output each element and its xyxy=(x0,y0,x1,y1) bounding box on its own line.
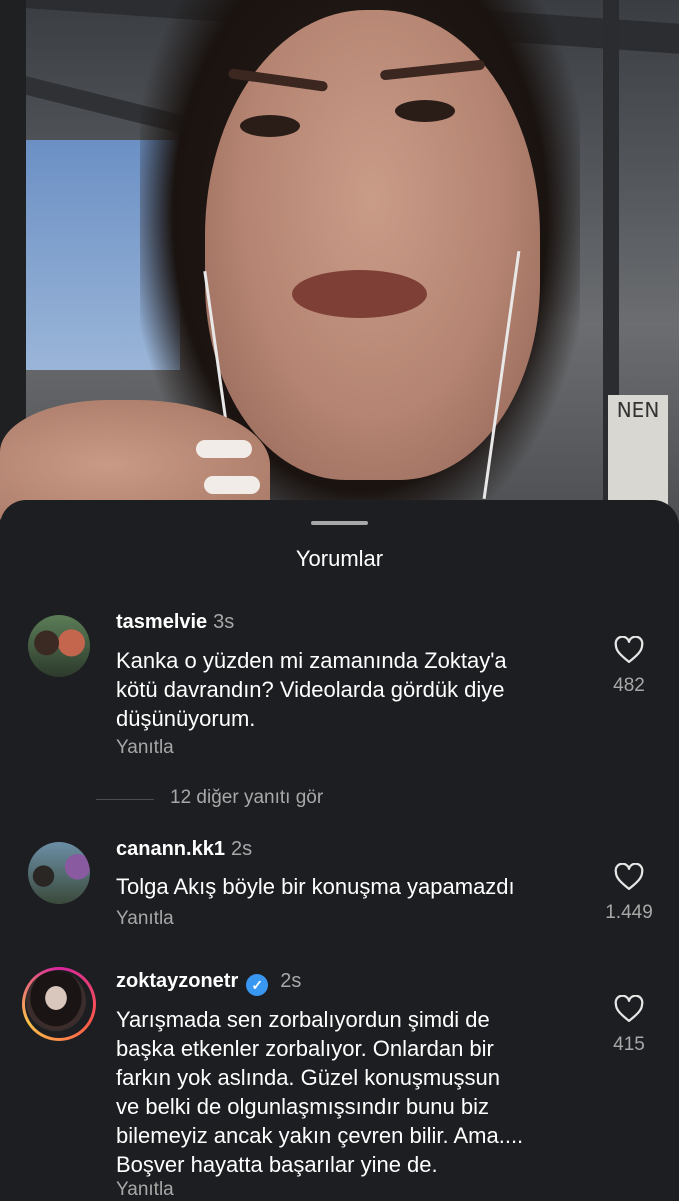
comment-text: Yarışmada sen zorbalıyordun şimdi de baş… xyxy=(116,1005,591,1179)
fingernail xyxy=(204,476,260,494)
avatar[interactable] xyxy=(28,842,90,904)
avatar[interactable] xyxy=(26,971,86,1031)
comment-line: ve belki de olgunlaşmışsındır bunu biz xyxy=(116,1094,489,1119)
comment-line: farkın yok aslında. Güzel konuşmuşsun xyxy=(116,1065,500,1090)
comment-time: 2s xyxy=(230,838,253,860)
eye xyxy=(240,115,300,137)
story-ring[interactable] xyxy=(22,967,96,1041)
comment-time: 3s xyxy=(213,611,235,633)
username-text[interactable]: canann.kk1 xyxy=(116,838,225,860)
comment-username[interactable]: canann.kk1 2s xyxy=(116,838,252,861)
heart-icon[interactable] xyxy=(614,994,644,1023)
verified-badge-icon: ✓ xyxy=(246,974,269,996)
heart-icon[interactable] xyxy=(614,862,644,891)
divider-line xyxy=(96,799,154,800)
reply-button[interactable]: Yanıtla xyxy=(116,737,174,759)
comment-line: kötü davrandın? Videolarda gördük diye xyxy=(116,677,505,702)
like-count: 415 xyxy=(613,1034,645,1055)
reply-button[interactable]: Yanıtla xyxy=(116,1179,174,1201)
comment-username[interactable]: zoktayzonetr ✓ 2s xyxy=(116,970,301,996)
view-more-replies-text[interactable]: 12 diğer yanıtı gör xyxy=(170,787,323,809)
sheet-title: Yorumlar xyxy=(295,546,384,571)
fingernail xyxy=(196,440,252,458)
comment-text: Tolga Akış böyle bir konuşma yapamazdı xyxy=(116,872,591,901)
avatar[interactable] xyxy=(28,615,90,677)
background-sign: NEN xyxy=(608,395,668,505)
like-button[interactable]: 1.449 xyxy=(590,862,668,924)
comment-line: Yarışmada sen zorbalıyordun şimdi de xyxy=(116,1007,490,1032)
like-button[interactable]: 482 xyxy=(590,635,668,697)
video-frame[interactable]: NEN xyxy=(0,0,679,540)
comment-line: Kanka o yüzden mi zamanında Zoktay'a xyxy=(116,648,507,673)
heart-icon[interactable] xyxy=(614,635,644,664)
mouth xyxy=(292,270,427,318)
username-text[interactable]: tasmelvie xyxy=(116,611,207,633)
comment-line: başka etkenler zorbalıyor. Onlardan bir xyxy=(116,1036,494,1061)
eye xyxy=(395,100,455,122)
comment-time: 2s xyxy=(280,970,302,992)
username-text[interactable]: zoktayzonetr xyxy=(116,970,238,992)
like-count: 1.449 xyxy=(605,902,653,923)
like-button[interactable]: 415 xyxy=(590,994,668,1056)
like-count: 482 xyxy=(613,675,645,696)
drag-handle[interactable] xyxy=(311,521,368,525)
comment-line: Tolga Akış böyle bir konuşma yapamazdı xyxy=(116,874,515,899)
comment-line: düşünüyorum. xyxy=(116,706,256,731)
comment-line: Boşver hayatta başarılar yine de. xyxy=(116,1152,438,1177)
comment-line: bilemeyiz ancak yakın çevren bilir. Ama.… xyxy=(116,1123,524,1148)
comment-text: Kanka o yüzden mi zamanında Zoktay'a köt… xyxy=(116,646,591,733)
comments-sheet: Yorumlar tasmelvie 3s Kanka o yüzden mi z… xyxy=(0,500,679,1200)
comment-username[interactable]: tasmelvie 3s xyxy=(116,611,234,634)
reply-button[interactable]: Yanıtla xyxy=(116,908,174,930)
